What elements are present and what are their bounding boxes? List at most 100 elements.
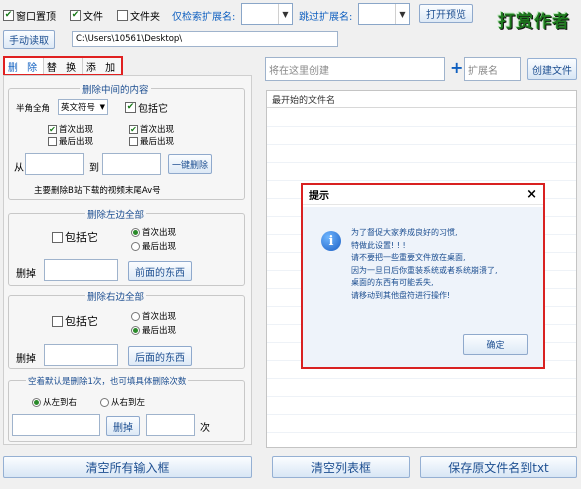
skip-ext-label: 跳过扩展名: [299, 12, 353, 23]
right-last-radio[interactable]: 最后出现 [131, 324, 176, 336]
to-input[interactable] [102, 153, 161, 175]
checkbox-empty-icon [52, 231, 63, 243]
close-icon[interactable]: × [526, 187, 537, 202]
ok-button[interactable]: 确定 [463, 334, 528, 355]
left-include-label: 包括它 [65, 231, 98, 244]
right-to-left-radio[interactable]: 从右到左 [100, 396, 145, 408]
middle-hint: 主要删除B站下载的视频末尾Av号 [34, 186, 161, 196]
list-column-header[interactable]: 最开始的文件名 [267, 91, 576, 108]
dialog-body: i 为了督促大家养成良好的习惯, 特做此设置! ! ! 请不要把一些重要文件放在… [303, 207, 543, 367]
count-times-input[interactable] [146, 414, 195, 436]
right-delete-label: 删掉 [16, 354, 36, 365]
tab-bar: 删 除 替 换 添 加 [3, 56, 123, 76]
tab-replace[interactable]: 替 换 [44, 58, 83, 74]
clear-all-inputs-button[interactable]: 清空所有输入框 [3, 456, 252, 478]
right-first-radio[interactable]: 首次出现 [131, 310, 176, 322]
middle-include-checkbox[interactable]: ✔ 包括它 [125, 100, 168, 115]
left-first-radio[interactable]: 首次出现 [131, 226, 176, 238]
search-ext-label: 仅检索扩展名: [172, 12, 236, 23]
search-ext-combo[interactable]: ▼ [241, 3, 293, 25]
middle-include-label: 包括它 [138, 104, 168, 115]
left-include-checkbox[interactable]: 包括它 [52, 229, 98, 245]
right-to-left-label: 从右到左 [111, 398, 146, 408]
chevron-down-icon: ▼ [99, 103, 105, 111]
middle-left-first-checkbox[interactable]: ✔ 首次出现 [48, 123, 93, 135]
info-icon: i [321, 231, 341, 251]
clear-list-button[interactable]: 清空列表框 [272, 456, 410, 478]
create-location-placeholder: 将在这里创建 [269, 65, 329, 77]
dialog-message-line: 请移动到其他盘符进行操作! [351, 290, 451, 300]
from-input[interactable] [25, 153, 84, 175]
radio-empty-icon [100, 397, 109, 407]
count-text-input[interactable] [12, 414, 100, 436]
middle-left-last-label: 最后出现 [59, 137, 94, 147]
list-row-divider [267, 396, 576, 397]
window-top-checkbox[interactable]: ✔ 窗口置顶 [3, 8, 56, 23]
checkbox-checked-icon: ✔ [70, 10, 81, 21]
extension-placeholder: 扩展名 [468, 65, 498, 77]
dialog-message-line: 请不要把一些重要文件放在桌面, [351, 253, 466, 262]
manual-read-button[interactable]: 手动读取 [3, 30, 55, 49]
dialog-message-line: 为了督促大家养成良好的习惯, [351, 228, 458, 237]
list-row-divider [267, 126, 576, 127]
dialog-titlebar: 提示 × [303, 185, 543, 205]
right-delete-input[interactable] [44, 344, 118, 366]
count-delete-button[interactable]: 删掉 [106, 416, 140, 436]
tab-add[interactable]: 添 加 [83, 58, 121, 74]
window-top-label: 窗口置顶 [16, 12, 56, 23]
checkbox-checked-icon: ✔ [48, 124, 57, 134]
times-label: 次 [200, 423, 210, 434]
create-location-input[interactable]: 将在这里创建 [265, 57, 445, 81]
list-row-divider [267, 378, 576, 379]
path-field[interactable]: C:\Users\10561\Desktop\ [72, 31, 338, 47]
checkbox-empty-icon [48, 136, 57, 146]
delete-middle-title: 删除中间的内容 [80, 82, 151, 96]
width-label: 半角全角 [16, 104, 51, 114]
list-row-divider [267, 432, 576, 433]
one-click-delete-button[interactable]: 一键删除 [168, 154, 212, 174]
checkbox-empty-icon [52, 315, 63, 327]
extension-input[interactable]: 扩展名 [464, 57, 521, 81]
radio-selected-icon [131, 227, 140, 237]
donate-author-logo[interactable]: 打赏作者 [492, 2, 576, 36]
file-label: 文件 [83, 12, 103, 23]
list-row-divider [267, 180, 576, 181]
left-delete-input[interactable] [44, 259, 118, 281]
save-names-txt-button[interactable]: 保存原文件名到txt [420, 456, 577, 478]
checkbox-checked-icon: ✔ [129, 124, 138, 134]
skip-ext-combo[interactable]: ▼ [358, 3, 410, 25]
left-last-radio[interactable]: 最后出现 [131, 240, 176, 252]
before-content-button[interactable]: 前面的东西 [128, 261, 192, 281]
list-row-divider [267, 144, 576, 145]
create-file-button[interactable]: 创建文件 [527, 58, 577, 80]
middle-right-first-checkbox[interactable]: ✔ 首次出现 [129, 123, 174, 135]
file-checkbox[interactable]: ✔ 文件 [70, 8, 103, 23]
after-content-button[interactable]: 后面的东西 [128, 346, 192, 366]
left-first-label: 首次出现 [142, 228, 177, 238]
to-label: 到 [89, 163, 99, 174]
radio-selected-icon [32, 397, 41, 407]
warning-dialog: 提示 × i 为了督促大家养成良好的习惯, 特做此设置! ! ! 请不要把一些重… [301, 183, 545, 369]
open-preview-button[interactable]: 打开预览 [419, 4, 473, 23]
checkbox-empty-icon [129, 136, 138, 146]
right-include-checkbox[interactable]: 包括它 [52, 313, 98, 329]
middle-right-last-label: 最后出现 [140, 137, 175, 147]
radio-empty-icon [131, 311, 140, 321]
folder-checkbox[interactable]: 文件夹 [117, 8, 160, 23]
left-delete-label: 删掉 [16, 269, 36, 280]
tab-delete[interactable]: 删 除 [5, 58, 44, 74]
left-to-right-radio[interactable]: 从左到右 [32, 396, 77, 408]
width-select-value: 英文符号 [61, 103, 96, 113]
dialog-title: 提示 [309, 191, 329, 202]
right-last-label: 最后出现 [142, 326, 177, 336]
middle-right-last-checkbox[interactable]: 最后出现 [129, 135, 174, 147]
delete-count-title: 空着默认是删除1次，也可填具体删除次数 [26, 375, 189, 387]
checkbox-empty-icon [117, 10, 128, 21]
checkbox-checked-icon: ✔ [3, 10, 14, 21]
delete-left-title: 删除左边全部 [85, 207, 147, 221]
delete-right-title: 删除右边全部 [85, 289, 147, 303]
middle-left-last-checkbox[interactable]: 最后出现 [48, 135, 93, 147]
dialog-message: 为了督促大家养成良好的习惯, 特做此设置! ! ! 请不要把一些重要文件放在桌面… [351, 227, 498, 302]
width-select[interactable]: 英文符号 ▼ [58, 99, 108, 115]
list-column-header-label: 最开始的文件名 [272, 95, 336, 106]
